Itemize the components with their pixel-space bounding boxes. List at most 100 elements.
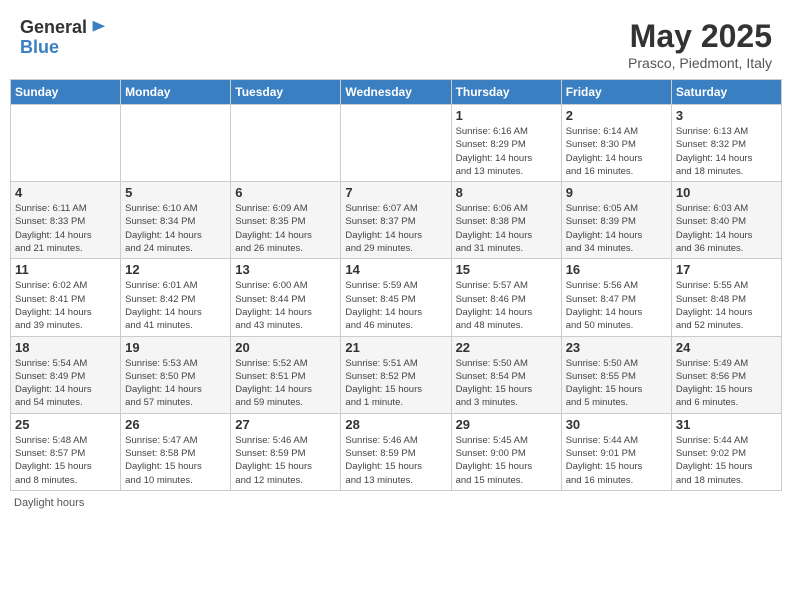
calendar-cell: 15 Sunrise: 5:57 AM Sunset: 8:46 PM Dayli… — [451, 259, 561, 336]
page-header: General Blue May 2025 Prasco, Piedmont, … — [10, 10, 782, 75]
day-info: Sunrise: 5:59 AM Sunset: 8:45 PM Dayligh… — [345, 279, 446, 332]
day-info: Sunrise: 6:14 AM Sunset: 8:30 PM Dayligh… — [566, 125, 667, 178]
day-info: Sunrise: 6:03 AM Sunset: 8:40 PM Dayligh… — [676, 202, 777, 255]
day-number: 22 — [456, 340, 557, 355]
day-number: 27 — [235, 417, 336, 432]
logo-text-general: General — [20, 18, 87, 38]
calendar-cell: 17Sunrise: 5:55 AM Sunset: 8:48 PM Dayli… — [671, 259, 781, 336]
day-info: Sunrise: 5:50 AM Sunset: 8:54 PM Dayligh… — [456, 357, 557, 410]
day-info: Sunrise: 5:45 AM Sunset: 9:00 PM Dayligh… — [456, 434, 557, 487]
calendar-week-row: 11 Sunrise: 6:02 AM Sunset: 8:41 PM Dayli… — [11, 259, 782, 336]
daylight-hours-label: Daylight hours — [14, 497, 84, 509]
day-number: 4 — [15, 185, 116, 200]
day-number: 13 — [235, 262, 336, 277]
calendar-header-row: SundayMondayTuesdayWednesdayThursdayFrid… — [11, 80, 782, 105]
calendar-cell: 27 Sunrise: 5:46 AM Sunset: 8:59 PM Dayli… — [231, 413, 341, 490]
calendar-cell: 6Sunrise: 6:09 AM Sunset: 8:35 PM Daylig… — [231, 182, 341, 259]
day-number: 23 — [566, 340, 667, 355]
calendar-cell: 4 Sunrise: 6:11 AM Sunset: 8:33 PM Daylig… — [11, 182, 121, 259]
day-number: 25 — [15, 417, 116, 432]
day-info: Sunrise: 5:46 AM Sunset: 8:59 PM Dayligh… — [345, 434, 446, 487]
calendar-cell: 9Sunrise: 6:05 AM Sunset: 8:39 PM Daylig… — [561, 182, 671, 259]
day-number: 16 — [566, 262, 667, 277]
calendar-cell: 7 Sunrise: 6:07 AM Sunset: 8:37 PM Daylig… — [341, 182, 451, 259]
calendar-cell — [341, 105, 451, 182]
day-number: 28 — [345, 417, 446, 432]
day-info: Sunrise: 6:09 AM Sunset: 8:35 PM Dayligh… — [235, 202, 336, 255]
day-number: 31 — [676, 417, 777, 432]
calendar-cell — [121, 105, 231, 182]
day-info: Sunrise: 6:13 AM Sunset: 8:32 PM Dayligh… — [676, 125, 777, 178]
day-info: Sunrise: 5:48 AM Sunset: 8:57 PM Dayligh… — [15, 434, 116, 487]
day-number: 7 — [345, 185, 446, 200]
day-number: 5 — [125, 185, 226, 200]
day-info: Sunrise: 5:46 AM Sunset: 8:59 PM Dayligh… — [235, 434, 336, 487]
day-info: Sunrise: 6:05 AM Sunset: 8:39 PM Dayligh… — [566, 202, 667, 255]
logo-text-blue: Blue — [20, 38, 107, 58]
day-info: Sunrise: 6:07 AM Sunset: 8:37 PM Dayligh… — [345, 202, 446, 255]
calendar-weekday-wednesday: Wednesday — [341, 80, 451, 105]
month-title: May 2025 — [628, 18, 772, 55]
calendar-weekday-monday: Monday — [121, 80, 231, 105]
calendar-weekday-tuesday: Tuesday — [231, 80, 341, 105]
day-number: 8 — [456, 185, 557, 200]
day-info: Sunrise: 6:06 AM Sunset: 8:38 PM Dayligh… — [456, 202, 557, 255]
calendar-cell — [231, 105, 341, 182]
day-info: Sunrise: 6:16 AM Sunset: 8:29 PM Dayligh… — [456, 125, 557, 178]
day-info: Sunrise: 5:44 AM Sunset: 9:02 PM Dayligh… — [676, 434, 777, 487]
calendar-cell: 26 Sunrise: 5:47 AM Sunset: 8:58 PM Dayli… — [121, 413, 231, 490]
calendar-cell: 23 Sunrise: 5:50 AM Sunset: 8:55 PM Dayli… — [561, 336, 671, 413]
calendar-cell: 29 Sunrise: 5:45 AM Sunset: 9:00 PM Dayli… — [451, 413, 561, 490]
calendar-cell: 19Sunrise: 5:53 AM Sunset: 8:50 PM Dayli… — [121, 336, 231, 413]
calendar-cell: 31 Sunrise: 5:44 AM Sunset: 9:02 PM Dayli… — [671, 413, 781, 490]
day-number: 24 — [676, 340, 777, 355]
title-block: May 2025 Prasco, Piedmont, Italy — [628, 18, 772, 71]
day-number: 21 — [345, 340, 446, 355]
day-number: 17 — [676, 262, 777, 277]
day-number: 30 — [566, 417, 667, 432]
day-info: Sunrise: 6:00 AM Sunset: 8:44 PM Dayligh… — [235, 279, 336, 332]
day-number: 26 — [125, 417, 226, 432]
calendar-cell: 18 Sunrise: 5:54 AM Sunset: 8:49 PM Dayli… — [11, 336, 121, 413]
day-number: 12 — [125, 262, 226, 277]
calendar-cell: 12 Sunrise: 6:01 AM Sunset: 8:42 PM Dayli… — [121, 259, 231, 336]
calendar-week-row: 4 Sunrise: 6:11 AM Sunset: 8:33 PM Daylig… — [11, 182, 782, 259]
day-number: 2 — [566, 108, 667, 123]
day-info: Sunrise: 5:56 AM Sunset: 8:47 PM Dayligh… — [566, 279, 667, 332]
calendar-cell: 25 Sunrise: 5:48 AM Sunset: 8:57 PM Dayli… — [11, 413, 121, 490]
day-info: Sunrise: 5:54 AM Sunset: 8:49 PM Dayligh… — [15, 357, 116, 410]
calendar-cell: 20 Sunrise: 5:52 AM Sunset: 8:51 PM Dayli… — [231, 336, 341, 413]
day-info: Sunrise: 5:52 AM Sunset: 8:51 PM Dayligh… — [235, 357, 336, 410]
day-number: 14 — [345, 262, 446, 277]
day-info: Sunrise: 5:44 AM Sunset: 9:01 PM Dayligh… — [566, 434, 667, 487]
calendar-week-row: 25 Sunrise: 5:48 AM Sunset: 8:57 PM Dayli… — [11, 413, 782, 490]
calendar-cell: 28 Sunrise: 5:46 AM Sunset: 8:59 PM Dayli… — [341, 413, 451, 490]
day-number: 18 — [15, 340, 116, 355]
calendar-weekday-sunday: Sunday — [11, 80, 121, 105]
calendar-cell: 14 Sunrise: 5:59 AM Sunset: 8:45 PM Dayli… — [341, 259, 451, 336]
calendar-cell: 5 Sunrise: 6:10 AM Sunset: 8:34 PM Daylig… — [121, 182, 231, 259]
calendar-weekday-friday: Friday — [561, 80, 671, 105]
day-number: 10 — [676, 185, 777, 200]
day-number: 20 — [235, 340, 336, 355]
day-info: Sunrise: 6:10 AM Sunset: 8:34 PM Dayligh… — [125, 202, 226, 255]
calendar-cell: 22 Sunrise: 5:50 AM Sunset: 8:54 PM Dayli… — [451, 336, 561, 413]
day-info: Sunrise: 6:01 AM Sunset: 8:42 PM Dayligh… — [125, 279, 226, 332]
day-number: 19 — [125, 340, 226, 355]
day-info: Sunrise: 5:50 AM Sunset: 8:55 PM Dayligh… — [566, 357, 667, 410]
calendar-cell: 30 Sunrise: 5:44 AM Sunset: 9:01 PM Dayli… — [561, 413, 671, 490]
day-info: Sunrise: 6:11 AM Sunset: 8:33 PM Dayligh… — [15, 202, 116, 255]
calendar-cell: 11 Sunrise: 6:02 AM Sunset: 8:41 PM Dayli… — [11, 259, 121, 336]
day-number: 15 — [456, 262, 557, 277]
day-info: Sunrise: 5:47 AM Sunset: 8:58 PM Dayligh… — [125, 434, 226, 487]
logo: General Blue — [20, 18, 107, 58]
calendar-week-row: 1Sunrise: 6:16 AM Sunset: 8:29 PM Daylig… — [11, 105, 782, 182]
calendar-cell: 2 Sunrise: 6:14 AM Sunset: 8:30 PM Daylig… — [561, 105, 671, 182]
day-info: Sunrise: 5:49 AM Sunset: 8:56 PM Dayligh… — [676, 357, 777, 410]
day-info: Sunrise: 6:02 AM Sunset: 8:41 PM Dayligh… — [15, 279, 116, 332]
day-info: Sunrise: 5:57 AM Sunset: 8:46 PM Dayligh… — [456, 279, 557, 332]
day-number: 29 — [456, 417, 557, 432]
day-number: 11 — [15, 262, 116, 277]
calendar-weekday-saturday: Saturday — [671, 80, 781, 105]
day-info: Sunrise: 5:51 AM Sunset: 8:52 PM Dayligh… — [345, 357, 446, 410]
